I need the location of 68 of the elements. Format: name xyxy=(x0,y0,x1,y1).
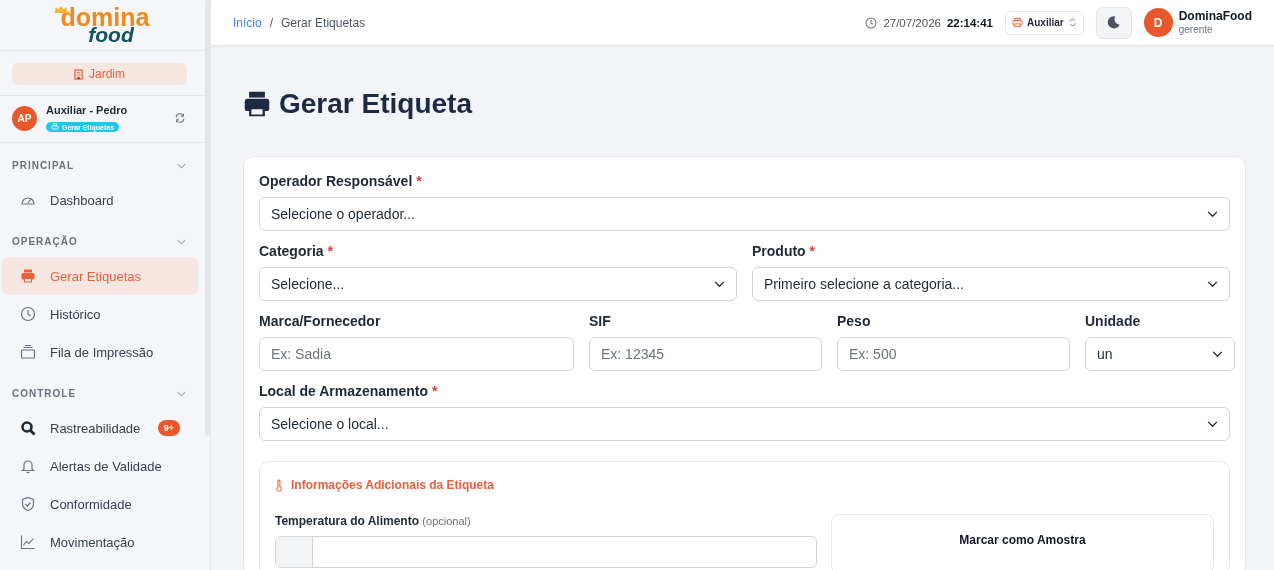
breadcrumb-current: Gerar Etiquetas xyxy=(281,15,366,30)
thermometer-icon xyxy=(275,478,283,492)
chevron-down-icon xyxy=(1207,280,1218,288)
chart-icon xyxy=(20,534,36,550)
printer-icon xyxy=(1012,17,1023,28)
time-text: 22:14:41 xyxy=(946,16,993,29)
chevron-icon[interactable] xyxy=(177,238,186,245)
nav-item[interactable]: Conformidade xyxy=(2,485,198,523)
date-text: 27/07/2026 xyxy=(883,16,941,29)
select-field[interactable]: Selecione o local... xyxy=(259,407,1230,441)
scrollbar[interactable] xyxy=(205,0,210,436)
section-title: PRINCIPAL xyxy=(12,160,75,171)
input-field[interactable]: Ex: 500 xyxy=(837,337,1070,371)
field-label: Local de Armazenamento * xyxy=(259,383,439,399)
user-name: DominaFood xyxy=(1178,9,1252,24)
clock-icon xyxy=(20,306,36,322)
chevron-down-icon xyxy=(714,280,725,288)
field-label: Produto * xyxy=(752,243,816,259)
moon-icon xyxy=(1106,15,1122,30)
select-field[interactable]: Selecione o operador... xyxy=(259,197,1230,231)
switch-user-icon[interactable] xyxy=(174,112,186,124)
field-label: Unidade xyxy=(1085,313,1142,329)
chevron-down-icon xyxy=(1207,420,1218,428)
select-field[interactable]: Selecione... xyxy=(259,267,737,301)
printer-icon xyxy=(243,90,271,118)
section-title: Informações Adicionais da Etiqueta xyxy=(291,478,494,492)
input-field[interactable]: Ex: Sadia xyxy=(259,337,574,371)
bell-icon xyxy=(20,458,36,474)
field-label: Operador Responsável * xyxy=(259,173,423,189)
nav-item[interactable]: Fila de Impressão xyxy=(2,333,198,371)
theme-toggle-button[interactable] xyxy=(1095,6,1132,39)
field-label: Peso xyxy=(837,313,872,329)
user-name: Auxiliar - Pedro xyxy=(46,104,129,116)
count-badge: 9+ xyxy=(157,420,180,436)
sample-title: Marcar como Amostra xyxy=(959,533,1086,549)
input-field[interactable]: Ex: 12345 xyxy=(589,337,822,371)
chevron-icon[interactable] xyxy=(177,390,186,397)
user-role: gerente xyxy=(1178,23,1214,36)
field-label: Temperatura do Alimento (opcional) xyxy=(275,514,472,528)
chevron-down-icon xyxy=(1207,210,1218,218)
section-title: OPERAÇÃO xyxy=(12,236,78,247)
tray-icon xyxy=(20,344,36,360)
section-title: CONTROLE xyxy=(12,388,77,399)
user-avatar: D xyxy=(1143,8,1173,37)
field-label: SIF xyxy=(589,313,612,329)
chevron-icon[interactable] xyxy=(177,162,186,169)
nav-item[interactable]: Movimentação xyxy=(2,523,198,561)
search-icon xyxy=(20,420,36,436)
refresh-icon xyxy=(1067,18,1077,27)
field-label: Categoria * xyxy=(259,243,334,259)
select-field[interactable]: Primeiro selecione a categoria... xyxy=(752,267,1230,301)
breadcrumb-separator: / xyxy=(269,15,274,30)
nav-item[interactable]: Rastreabilidade 9+ xyxy=(2,409,198,447)
nav-item[interactable]: Histórico xyxy=(2,295,198,333)
select-field[interactable]: un xyxy=(1085,337,1235,371)
page-title: Gerar Etiqueta xyxy=(243,88,1246,120)
breadcrumb-link[interactable]: Início xyxy=(233,15,262,30)
shield-icon xyxy=(20,496,36,512)
printer-icon xyxy=(20,268,36,284)
role-button[interactable]: Auxiliar xyxy=(1005,10,1084,35)
temperature-field[interactable] xyxy=(275,536,817,568)
nav-item[interactable]: Dashboard xyxy=(2,181,198,219)
nav-item[interactable]: Alertas de Validade xyxy=(2,447,198,485)
building-icon xyxy=(74,68,83,80)
user-avatar: AP xyxy=(12,105,37,131)
chevron-down-icon xyxy=(1212,350,1223,358)
clock-icon xyxy=(865,16,878,29)
field-label: Marca/Fornecedor xyxy=(259,313,382,329)
